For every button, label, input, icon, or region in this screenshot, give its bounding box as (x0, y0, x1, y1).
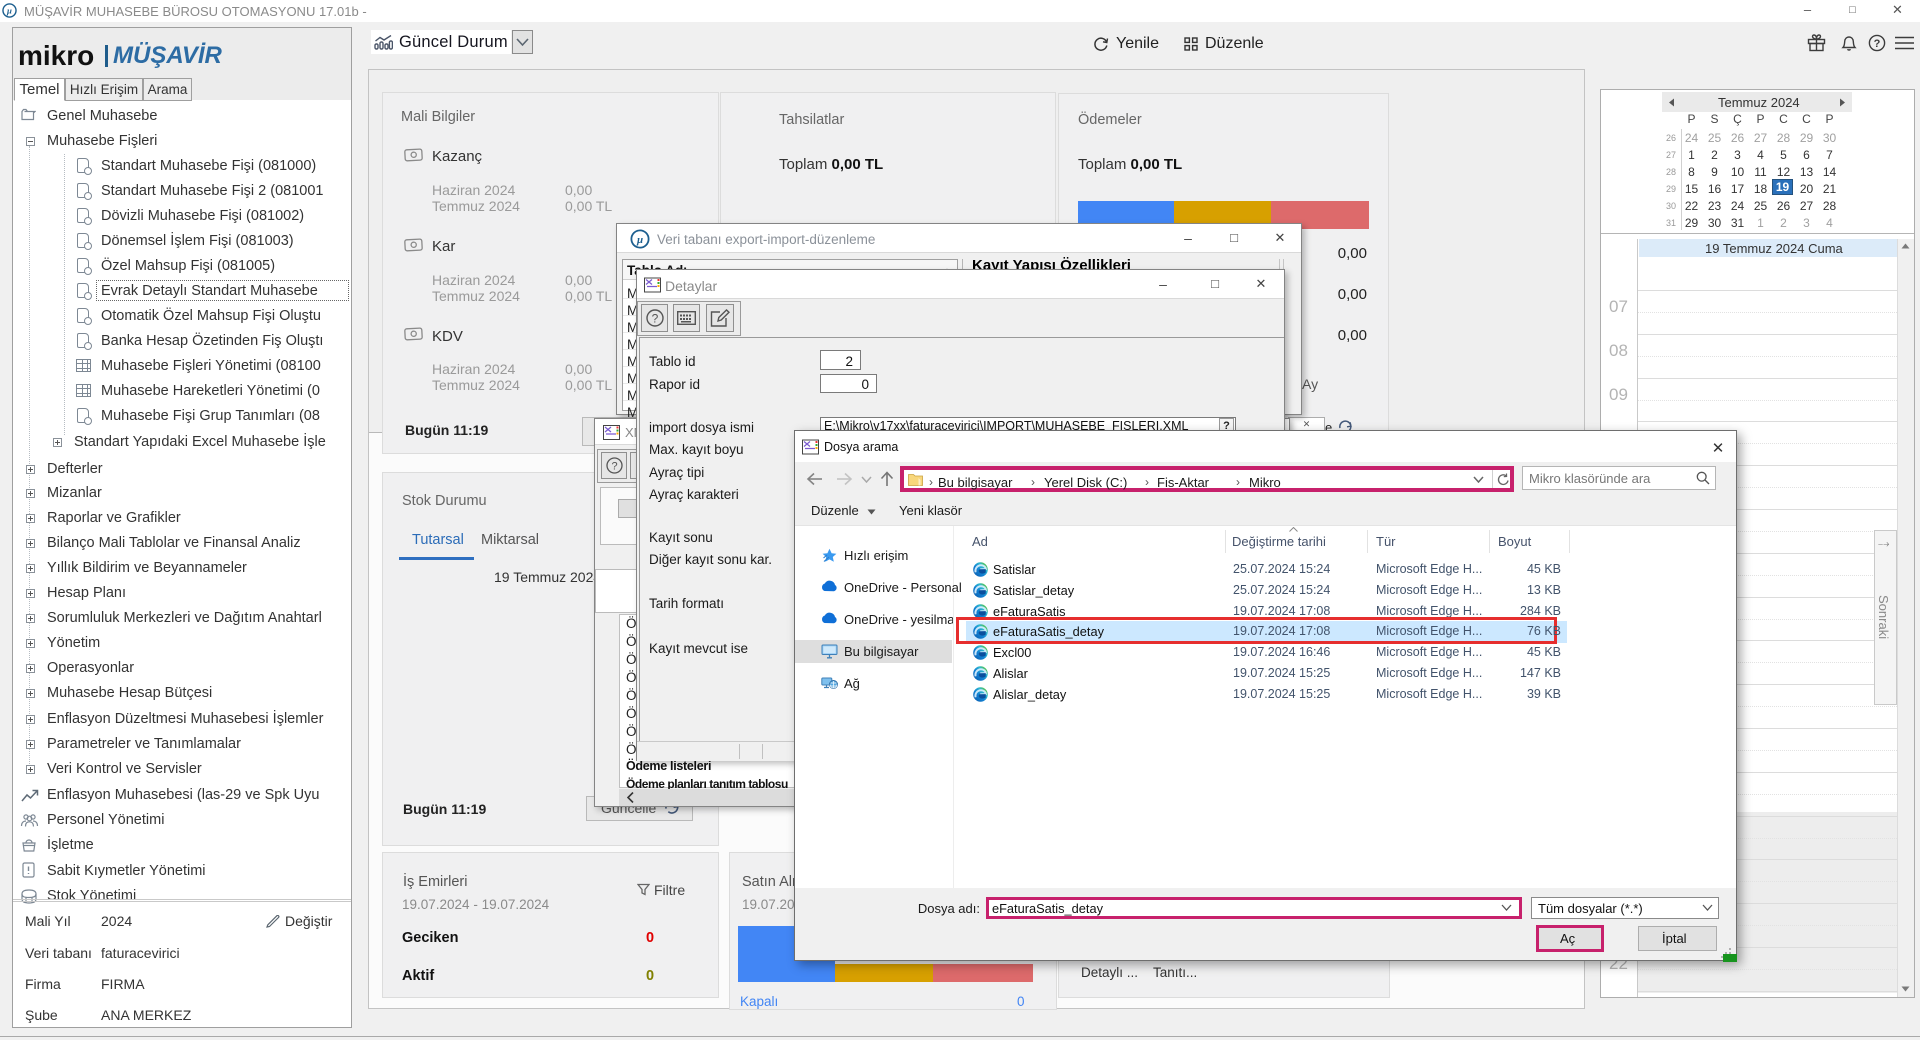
svg-text:?: ? (1874, 38, 1881, 50)
svg-text:μ: μ (636, 234, 643, 246)
svg-text:?: ? (611, 461, 617, 473)
svg-text:?: ? (652, 312, 659, 326)
svg-text:μ: μ (6, 6, 12, 16)
